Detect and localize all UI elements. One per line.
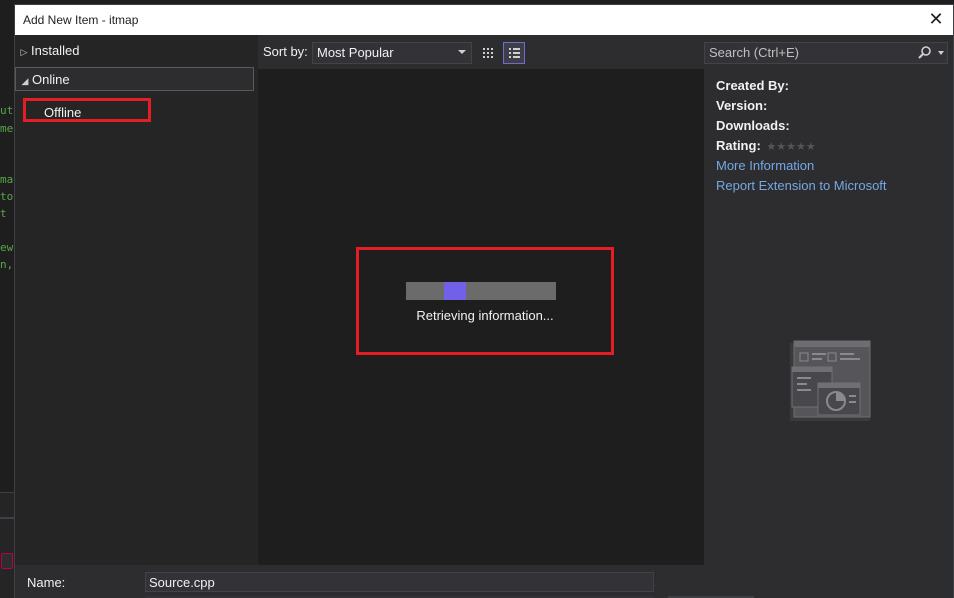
code-line: me (0, 122, 14, 135)
tree-node-installed[interactable]: ▷ Installed (17, 39, 253, 63)
downloads-label: Downloads: (716, 118, 790, 133)
code-line: mai (0, 173, 14, 186)
search-input[interactable] (709, 45, 909, 60)
rating-row: Rating: ★★★★★ (716, 136, 887, 156)
template-preview-icon (790, 340, 871, 421)
loading-indicator: Retrieving information... (356, 247, 614, 355)
code-line: ut (0, 104, 14, 117)
category-tree: ▷ Installed ◢ Online Offline (15, 35, 258, 565)
background-app-icon (1, 553, 13, 569)
search-options-caret-icon[interactable] (938, 51, 944, 55)
progress-fill (444, 282, 466, 300)
tree-node-label: Online (32, 72, 70, 87)
code-line: t a (0, 207, 14, 220)
name-field[interactable] (145, 572, 654, 592)
progress-bar (406, 282, 556, 300)
dialog-titlebar: Add New Item - itmap ✕ (15, 5, 953, 35)
code-line: to (0, 190, 14, 203)
template-list-area: Retrieving information... (258, 69, 704, 565)
sort-by-label: Sort by: (263, 44, 308, 59)
dialog-title: Add New Item - itmap (23, 13, 139, 27)
extension-details: Created By: Version: Downloads: Rating: … (716, 76, 887, 196)
tree-node-online[interactable]: ◢ Online (15, 67, 254, 91)
sort-selected-value: Most Popular (317, 45, 394, 60)
close-icon[interactable]: ✕ (925, 9, 947, 31)
collapse-arrow-icon[interactable]: ◢ (18, 69, 32, 93)
code-line: ew (0, 241, 14, 254)
loading-text: Retrieving information... (416, 308, 554, 323)
sort-dropdown[interactable]: Most Popular (312, 42, 472, 64)
background-panel (0, 492, 14, 598)
rating-stars-icon: ★★★★★ (766, 141, 816, 153)
grid-view-icon (483, 48, 493, 58)
add-new-item-dialog: Add New Item - itmap ✕ ▷ Installed ◢ Onlin… (14, 4, 954, 598)
more-information-link[interactable]: More Information (716, 156, 887, 176)
name-label: Name: (27, 575, 66, 590)
tree-node-offline[interactable]: Offline (23, 98, 151, 122)
version-label: Version: (716, 98, 768, 113)
tree-node-label: Installed (31, 43, 80, 58)
search-icon[interactable] (917, 45, 933, 61)
code-line: n, (0, 258, 14, 271)
tree-node-label: Offline (44, 105, 82, 120)
background-editor: ut me mai to t a ew n, (0, 0, 14, 598)
grid-view-button[interactable] (477, 42, 499, 64)
expand-arrow-icon[interactable]: ▷ (17, 40, 31, 64)
search-box[interactable] (704, 42, 948, 64)
panel-divider (0, 517, 14, 519)
list-view-button[interactable] (503, 42, 525, 64)
sort-toolbar: Sort by: Most Popular (258, 35, 704, 69)
report-extension-link[interactable]: Report Extension to Microsoft (716, 176, 887, 196)
dialog-footer: Name: (15, 565, 953, 598)
details-panel: Created By: Version: Downloads: Rating: … (704, 35, 953, 565)
list-view-icon (509, 48, 520, 58)
created-by-label: Created By: (716, 78, 789, 93)
chevron-down-icon (458, 50, 466, 54)
rating-label: Rating: (716, 138, 761, 153)
